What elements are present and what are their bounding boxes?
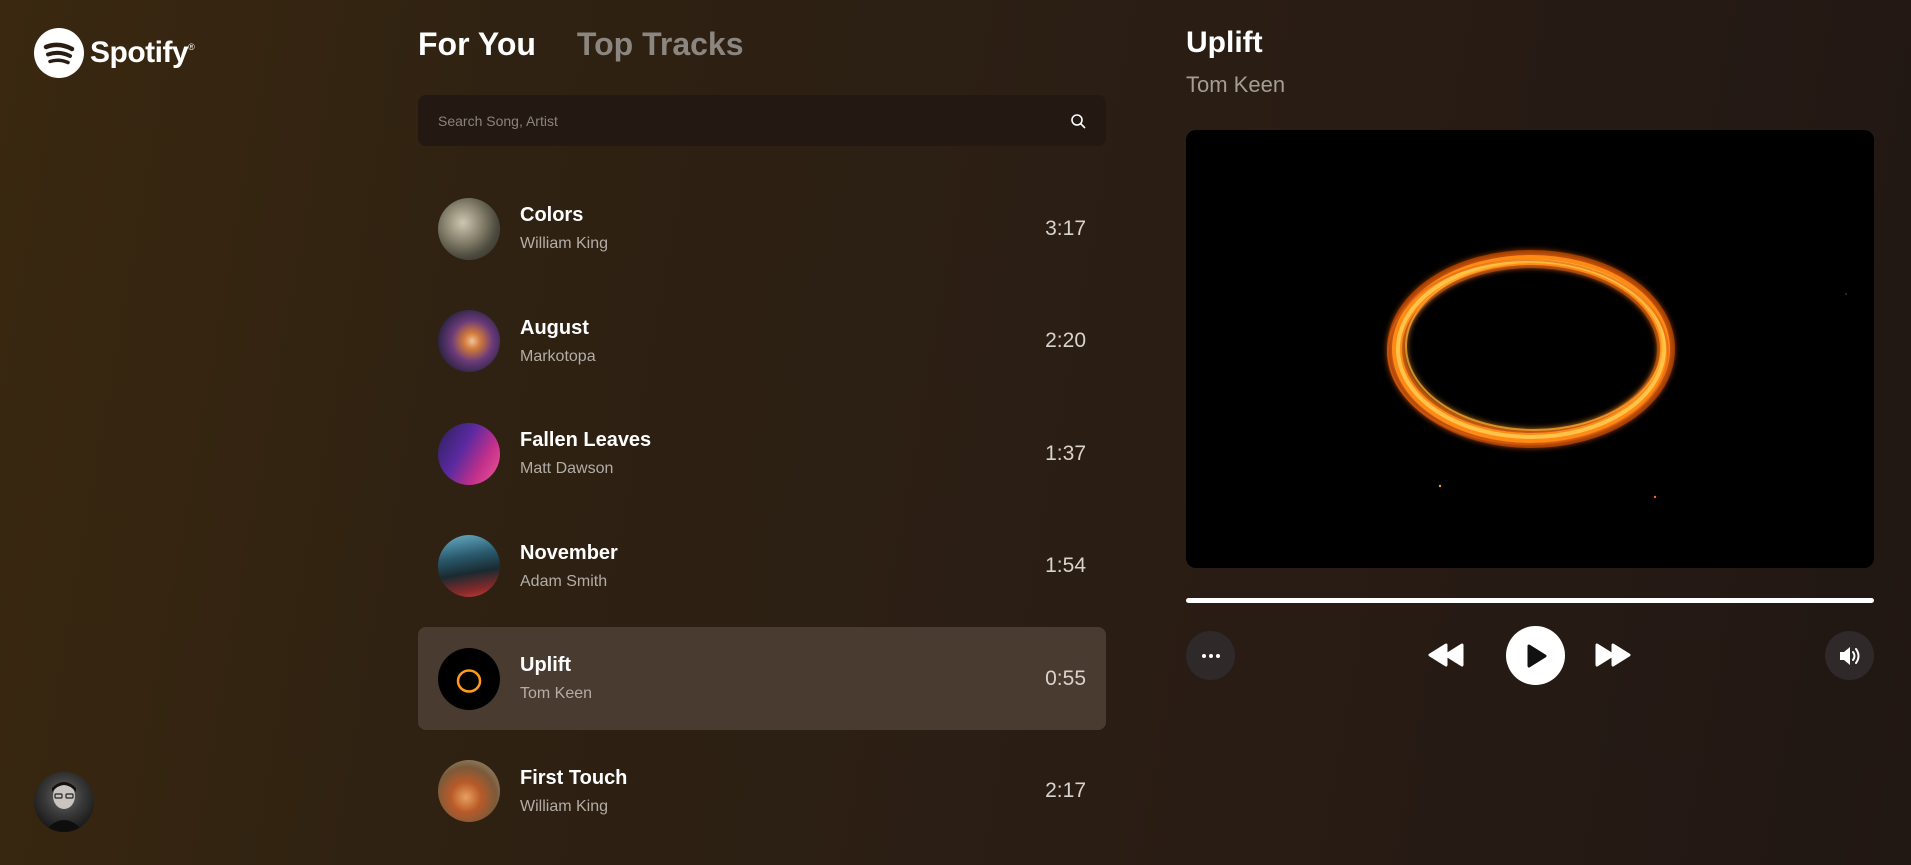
- track-item-fallen-leaves[interactable]: Fallen Leaves Matt Dawson 1:37: [418, 402, 1106, 505]
- track-artist: Matt Dawson: [520, 460, 614, 477]
- album-cover-uplift: [438, 647, 500, 710]
- album-cover-november: [438, 535, 500, 597]
- track-title: November: [520, 541, 618, 564]
- play-button[interactable]: [1506, 626, 1565, 685]
- search-icon[interactable]: [1070, 113, 1086, 129]
- orb-icon: [456, 668, 482, 693]
- spotify-logo[interactable]: Spotify®: [34, 28, 195, 78]
- album-cover-august: [438, 310, 500, 372]
- track-title: First Touch: [520, 766, 628, 789]
- track-item-uplift[interactable]: Uplift Tom Keen 0:55: [418, 627, 1106, 730]
- track-artist: Adam Smith: [520, 572, 608, 590]
- album-cover-first-touch: [438, 760, 500, 822]
- track-item-august[interactable]: August Markotopa 2:20: [418, 290, 1106, 393]
- track-title: Uplift: [520, 654, 572, 676]
- track-list: Colors William King 3:17 August Markotop…: [418, 177, 1106, 852]
- volume-button[interactable]: [1825, 631, 1874, 680]
- tab-top-tracks[interactable]: Top Tracks: [577, 26, 744, 63]
- track-item-colors[interactable]: Colors William King 3:17: [418, 177, 1106, 280]
- track-duration: 3:17: [1045, 216, 1086, 240]
- track-artist: William King: [520, 797, 609, 815]
- video-player[interactable]: [1186, 130, 1874, 568]
- search-bar[interactable]: Search Song, Artist: [418, 95, 1106, 146]
- search-input[interactable]: Search Song, Artist: [438, 113, 1070, 129]
- play-icon: [1527, 644, 1546, 667]
- rewind-icon: [1428, 643, 1464, 667]
- album-cover-colors: [438, 197, 500, 260]
- progress-bar[interactable]: [1186, 598, 1874, 603]
- track-title: August: [520, 316, 589, 339]
- track-duration: 1:54: [1045, 554, 1086, 577]
- now-playing-artist: Tom Keen: [1186, 72, 1286, 97]
- track-item-november[interactable]: November Adam Smith 1:54: [418, 515, 1106, 618]
- volume-icon: [1839, 646, 1859, 665]
- tab-for-you[interactable]: For You: [418, 26, 536, 63]
- user-avatar[interactable]: [34, 772, 94, 832]
- track-duration: 0:55: [1045, 666, 1086, 690]
- tab-bar: For You Top Tracks: [418, 26, 744, 63]
- track-artist: William King: [520, 235, 609, 252]
- now-playing-title: Uplift: [1186, 26, 1263, 59]
- track-duration: 2:20: [1045, 329, 1086, 352]
- track-duration: 2:17: [1045, 779, 1086, 802]
- track-artist: Markotopa: [520, 347, 596, 365]
- spotify-icon: [34, 28, 84, 78]
- track-title: Colors: [520, 204, 584, 226]
- track-artist: Tom Keen: [520, 685, 593, 702]
- next-button[interactable]: [1594, 641, 1632, 669]
- more-button[interactable]: [1186, 631, 1235, 680]
- brand-name: Spotify®: [90, 36, 195, 69]
- track-duration: 1:37: [1045, 441, 1086, 465]
- previous-button[interactable]: [1427, 641, 1465, 669]
- more-icon: [1201, 653, 1220, 658]
- track-item-first-touch[interactable]: First Touch William King 2:17: [418, 740, 1106, 843]
- track-title: Fallen Leaves: [520, 429, 652, 451]
- fire-ring-visual: [1387, 250, 1847, 499]
- album-cover-fallen-leaves: [438, 422, 500, 485]
- fast-forward-icon: [1595, 643, 1631, 667]
